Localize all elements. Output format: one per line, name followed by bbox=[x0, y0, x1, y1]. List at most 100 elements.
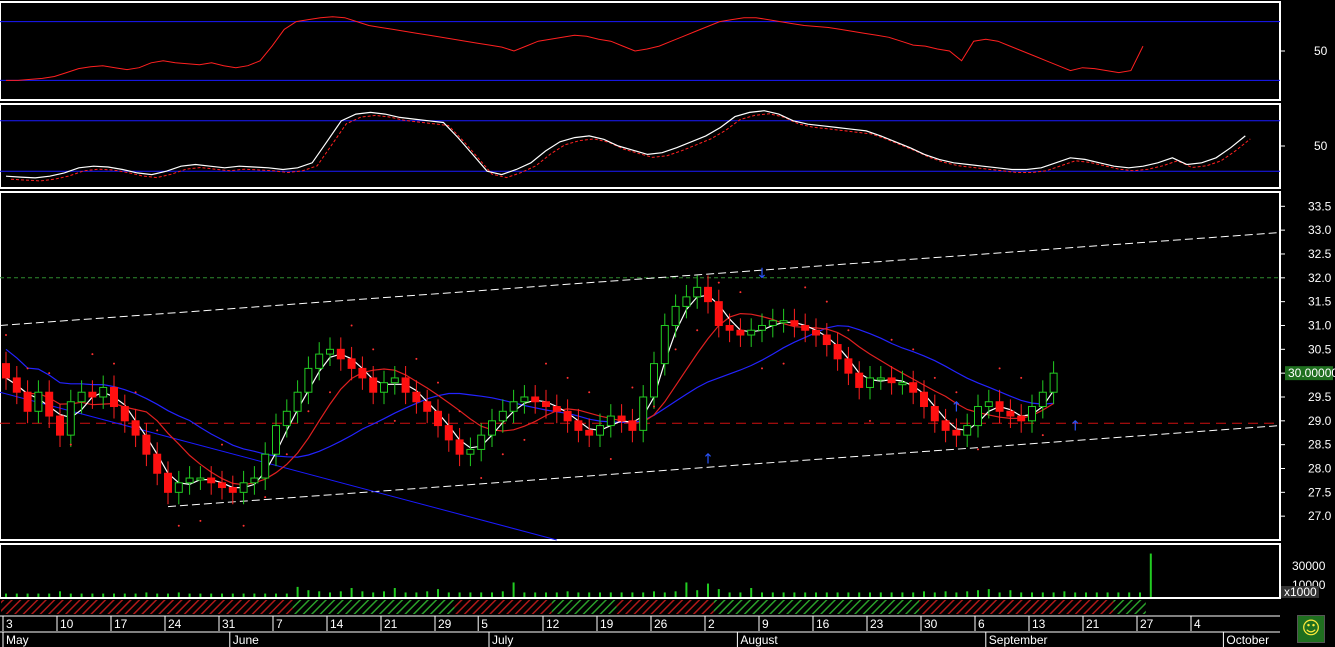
day-label: 13 bbox=[1032, 617, 1046, 631]
day-label: 4 bbox=[1194, 617, 1201, 631]
candle-body bbox=[142, 434, 151, 455]
candle-body bbox=[498, 410, 507, 422]
candle-body bbox=[520, 396, 529, 403]
price-tick-label: 32.0 bbox=[1308, 271, 1332, 285]
candle-body bbox=[509, 401, 518, 412]
sar-dot bbox=[847, 329, 850, 332]
phase-segment bbox=[551, 600, 617, 614]
day-label: 21 bbox=[384, 617, 398, 631]
sar-dot bbox=[437, 381, 439, 384]
candle-body bbox=[12, 377, 21, 393]
month-label: June bbox=[233, 633, 259, 647]
sar-dot bbox=[674, 348, 677, 351]
candle-body bbox=[304, 367, 313, 393]
candle-body bbox=[99, 386, 108, 398]
pane-frame bbox=[0, 543, 1281, 599]
candle-body bbox=[45, 391, 54, 417]
candle-body bbox=[563, 410, 572, 422]
day-label: 5 bbox=[481, 617, 488, 631]
sar-dot bbox=[113, 362, 115, 365]
candle-body bbox=[369, 377, 378, 393]
day-label: 17 bbox=[114, 617, 128, 631]
candle-body bbox=[272, 425, 280, 455]
candle-body bbox=[358, 367, 367, 379]
candle-body bbox=[56, 415, 64, 436]
day-label: 29 bbox=[438, 617, 452, 631]
candle-body bbox=[639, 396, 648, 431]
sar-dot bbox=[890, 338, 893, 341]
candle-body bbox=[1006, 410, 1015, 417]
price-tick-label: 29.5 bbox=[1308, 390, 1332, 404]
sar-dot bbox=[221, 443, 223, 446]
rsi-line bbox=[6, 16, 1144, 81]
candle-body bbox=[920, 391, 928, 408]
candle-body bbox=[412, 391, 421, 403]
candle-body bbox=[660, 324, 669, 365]
month-label: July bbox=[492, 633, 513, 647]
candle-body bbox=[822, 334, 831, 346]
sar-dot bbox=[761, 367, 763, 370]
sar-dot bbox=[177, 524, 180, 527]
sar-dot bbox=[588, 391, 591, 394]
price-pane: ↑↓↑↑27.027.528.028.529.029.530.030.531.0… bbox=[0, 191, 1335, 541]
day-label: 27 bbox=[1140, 617, 1154, 631]
candle-body bbox=[995, 401, 1004, 412]
sar-dot bbox=[1020, 376, 1023, 379]
sar-dot bbox=[825, 300, 828, 303]
candle-body bbox=[909, 382, 918, 393]
candle-body bbox=[1028, 406, 1036, 422]
phase-segment bbox=[1, 600, 293, 614]
price-tick-label: 27.0 bbox=[1308, 509, 1332, 523]
mid-ma-line bbox=[5, 312, 1054, 486]
price-tick-label: 29.0 bbox=[1308, 414, 1332, 428]
price-tick-label: 30.5 bbox=[1308, 342, 1332, 356]
sar-dot bbox=[91, 353, 94, 356]
day-label: 31 bbox=[222, 617, 236, 631]
day-label: 30 bbox=[924, 617, 938, 631]
pane-frame bbox=[0, 191, 1281, 541]
pane-frame bbox=[0, 1, 1281, 101]
sar-dot bbox=[653, 405, 655, 408]
candle-body bbox=[401, 377, 410, 393]
short-ma-line bbox=[5, 294, 1055, 489]
candle-body bbox=[887, 377, 896, 384]
sar-dot bbox=[48, 372, 51, 375]
sar-dot bbox=[350, 324, 353, 327]
candle-body bbox=[898, 382, 907, 386]
sar-dot bbox=[566, 376, 569, 379]
stock-chart: 50 50 ↑↓↑↑27.027.528.028.529.029.530.030… bbox=[0, 1, 1335, 647]
day-label: 26 bbox=[654, 617, 668, 631]
stochastic-pane: 50 bbox=[0, 103, 1328, 189]
candle-body bbox=[34, 391, 43, 412]
candle-body bbox=[66, 401, 75, 436]
sar-dot bbox=[631, 386, 634, 389]
sar-dot bbox=[415, 357, 418, 360]
day-label: 10 bbox=[60, 617, 74, 631]
candle-body bbox=[758, 324, 766, 331]
sar-dot bbox=[156, 429, 159, 432]
candle-body bbox=[466, 448, 475, 455]
candle-body bbox=[941, 420, 950, 431]
candle-body bbox=[714, 301, 723, 326]
candle-body bbox=[682, 296, 691, 307]
upper-trend-line bbox=[0, 232, 1281, 326]
stoch-tick-label: 50 bbox=[1314, 139, 1328, 153]
sar-dot bbox=[5, 334, 7, 337]
phase-segment bbox=[919, 600, 1114, 614]
candle-body bbox=[434, 410, 442, 427]
smiley-icon[interactable]: ☺ bbox=[1297, 615, 1325, 643]
candle-body bbox=[347, 358, 356, 369]
candle-body bbox=[574, 420, 583, 431]
candle-body bbox=[693, 286, 702, 298]
candle-body bbox=[261, 453, 270, 479]
sar-dot bbox=[199, 519, 202, 522]
day-label: 6 bbox=[978, 617, 985, 631]
candle-body bbox=[120, 406, 129, 422]
sar-dot bbox=[998, 367, 1001, 370]
sar-dot bbox=[933, 376, 936, 379]
pane-frame bbox=[0, 103, 1281, 189]
day-label: 24 bbox=[168, 617, 182, 631]
day-label: 7 bbox=[276, 617, 283, 631]
day-label: 3 bbox=[6, 617, 13, 631]
candle-body bbox=[88, 391, 97, 398]
